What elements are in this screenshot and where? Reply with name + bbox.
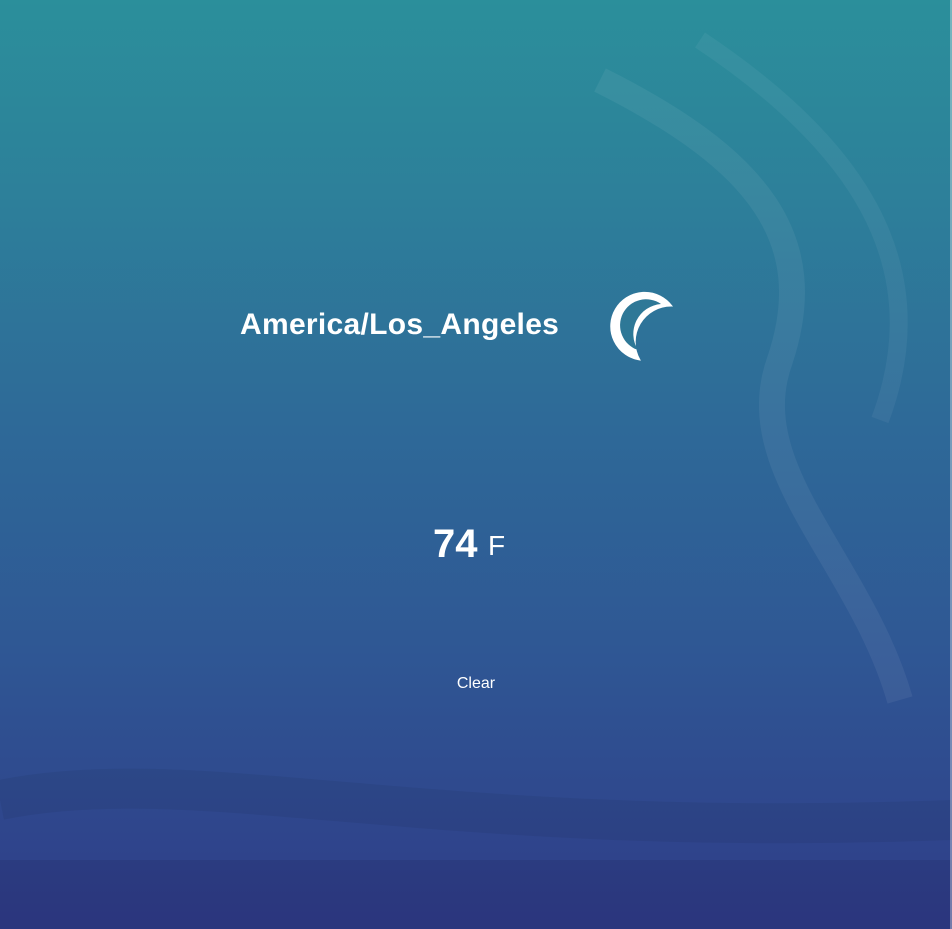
temperature-display: 74 F (0, 520, 952, 570)
weather-condition: Clear (456, 675, 496, 692)
location-header: America/Los_Angeles (0, 286, 952, 366)
temperature-value: 74 (433, 522, 478, 566)
temperature-unit: F (488, 530, 506, 561)
location-name: America/Los_Angeles (240, 308, 560, 341)
background-texture (0, 32, 952, 929)
clear-night-moon-icon (610, 291, 674, 361)
